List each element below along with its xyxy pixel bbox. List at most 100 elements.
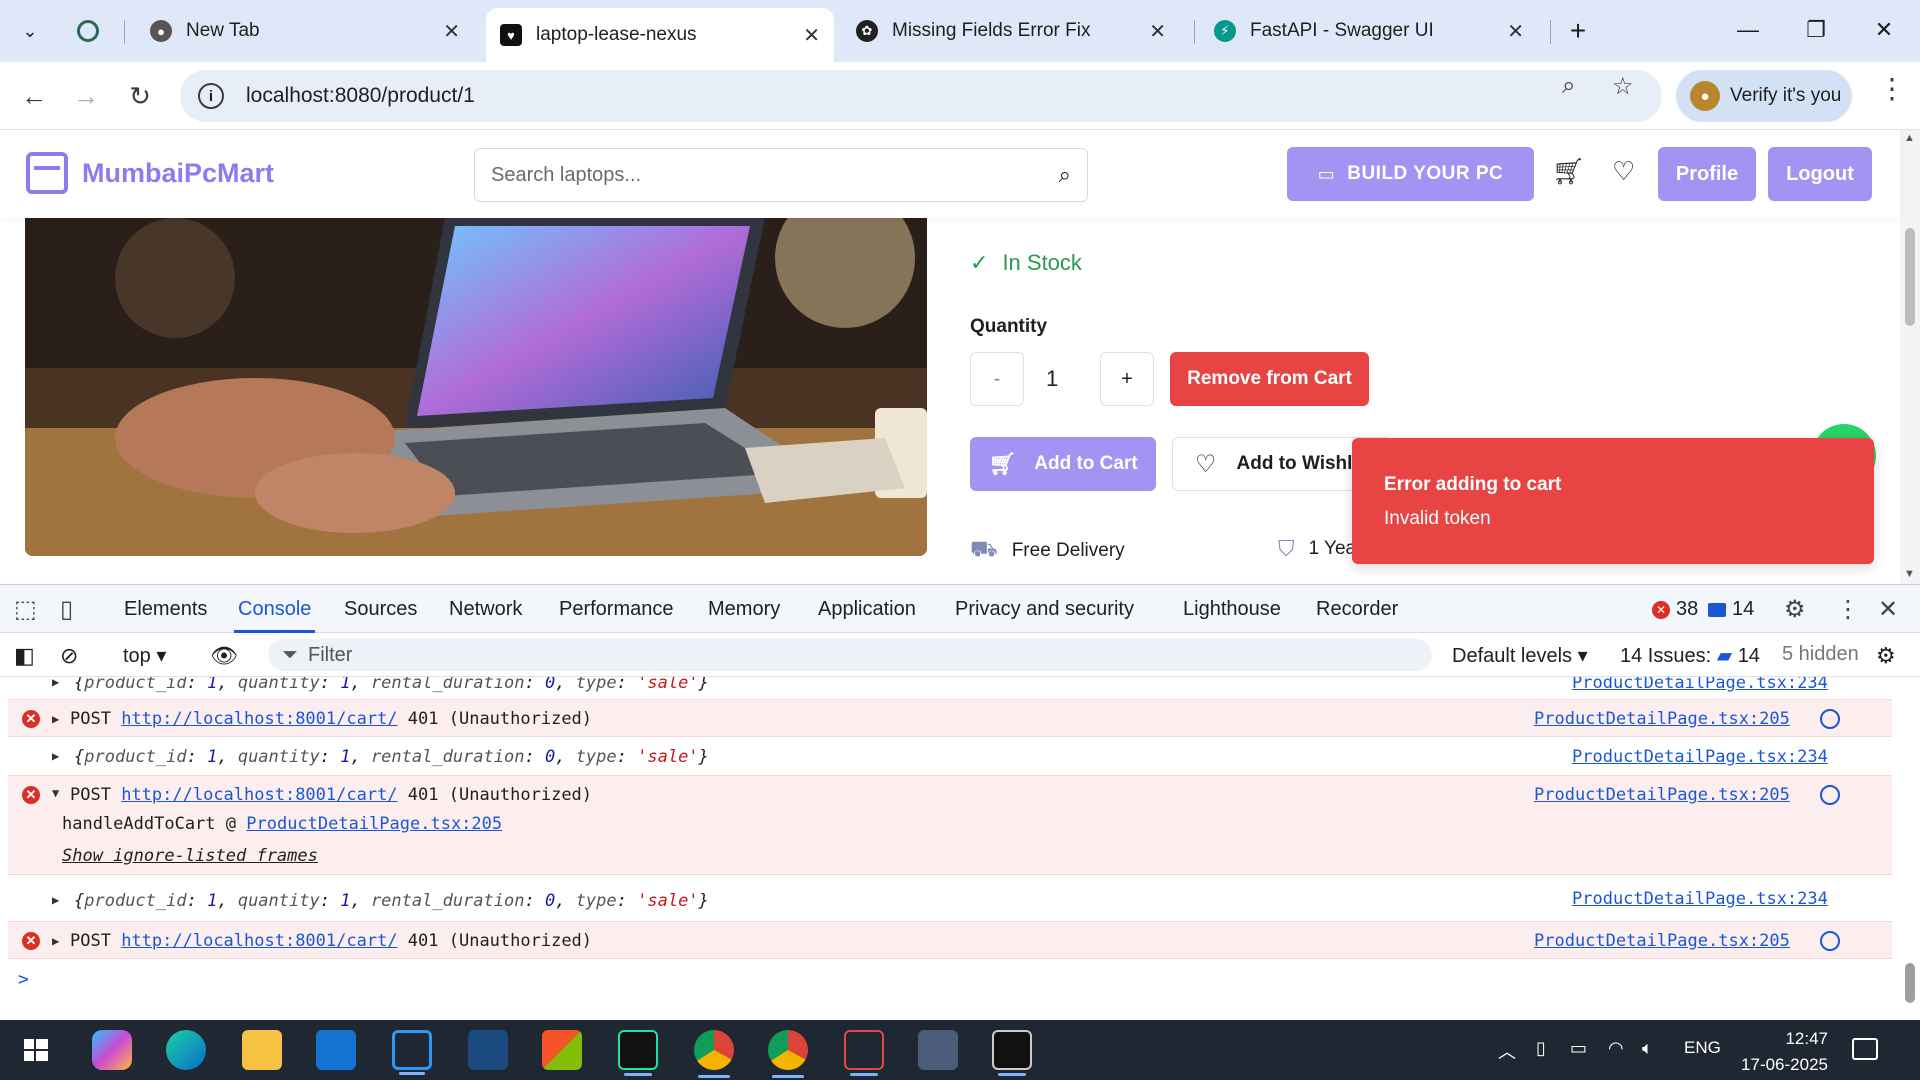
expand-triangle-icon[interactable]: ▶ [52, 749, 59, 763]
remove-from-cart-button[interactable]: Remove from Cart [1170, 352, 1369, 406]
device-toolbar-icon[interactable]: ▯ [60, 595, 73, 624]
app-icon[interactable] [468, 1030, 508, 1070]
minimize-button[interactable]: — [1716, 8, 1780, 52]
source-link[interactable]: ProductDetailPage.tsx:205 [1534, 931, 1790, 951]
close-window-button[interactable]: ✕ [1852, 8, 1916, 52]
quantity-decrement-button[interactable]: - [970, 352, 1024, 406]
console-error-row-expanded[interactable]: ✕ ▼ POST http://localhost:8001/cart/ 401… [8, 775, 1892, 875]
error-toast[interactable]: Error adding to cart Invalid token [1352, 438, 1874, 564]
source-link[interactable]: ProductDetailPage.tsx:205 [1534, 709, 1790, 729]
tab-new-tab[interactable]: ● New Tab ✕ [136, 8, 474, 54]
tab-application[interactable]: Application [818, 598, 916, 621]
chrome-profile-app-icon[interactable] [768, 1030, 808, 1078]
close-icon[interactable]: ✕ [803, 23, 820, 48]
forward-button[interactable]: → [66, 76, 106, 116]
tab-fastapi[interactable]: ⚡ FastAPI - Swagger UI ✕ [1200, 8, 1538, 54]
calculator-app-icon[interactable] [918, 1030, 958, 1070]
chrome-app-icon[interactable] [694, 1030, 734, 1078]
file-explorer-app-icon[interactable] [242, 1030, 282, 1070]
tab-sources[interactable]: Sources [344, 598, 417, 621]
error-count-badge[interactable]: ✕ 38 [1652, 598, 1698, 621]
cart-icon[interactable]: 🛒︎ [1552, 156, 1585, 187]
close-icon[interactable]: ✕ [1507, 19, 1524, 44]
console-filter-input[interactable]: ⏷ Filter [268, 639, 1432, 671]
tab-recorder[interactable]: Recorder [1316, 598, 1398, 621]
profile-chip[interactable]: ● Verify it's you [1676, 70, 1852, 122]
request-url[interactable]: http://localhost:8001/cart/ [121, 785, 397, 805]
terminal-app-icon[interactable] [992, 1030, 1032, 1076]
zoom-icon[interactable]: ⌕ [1562, 72, 1575, 100]
microsoft-store-app-icon[interactable] [542, 1030, 582, 1070]
profile-button[interactable]: Profile [1658, 147, 1756, 201]
request-url[interactable]: http://localhost:8001/cart/ [121, 709, 397, 729]
console-settings-gear-icon[interactable]: ⚙ [1876, 643, 1896, 669]
message-count-badge[interactable]: 14 [1708, 598, 1754, 621]
quantity-increment-button[interactable]: + [1100, 352, 1154, 406]
tab-lighthouse[interactable]: Lighthouse [1183, 598, 1281, 621]
expand-triangle-icon[interactable]: ▶ [52, 893, 59, 907]
bookmark-star-icon[interactable]: ☆ [1612, 72, 1634, 101]
show-hidden-icons-chevron-icon[interactable]: ︿ [1498, 1038, 1516, 1064]
tab-missing-fields[interactable]: ✿ Missing Fields Error Fix ✕ [842, 8, 1180, 54]
tab-search-dropdown[interactable]: ⌄ [10, 12, 50, 50]
tab-performance[interactable]: Performance [559, 598, 674, 621]
new-tab-button[interactable]: + [1558, 12, 1598, 50]
edge-app-icon[interactable] [166, 1030, 206, 1070]
expand-triangle-icon[interactable]: ▶ [52, 712, 59, 726]
console-log-row[interactable]: ▶ {product_id: 1, quantity: 1, rental_du… [8, 883, 1892, 919]
site-logo[interactable]: MumbaiPcMart [26, 152, 274, 194]
stack-source-link[interactable]: ProductDetailPage.tsx:205 [246, 814, 502, 834]
expand-triangle-icon[interactable]: ▶ [52, 677, 59, 689]
console-log-row[interactable]: ▶ {product_id: 1, quantity: 1, rental_du… [8, 677, 1892, 693]
source-link[interactable]: ProductDetailPage.tsx:234 [1572, 677, 1828, 693]
console-prompt-chevron-icon[interactable]: > [18, 969, 29, 990]
restore-button[interactable]: ❐ [1784, 8, 1848, 52]
tab-console[interactable]: Console [233, 598, 316, 633]
tab-laptop-lease-nexus[interactable]: ♥ laptop-lease-nexus ✕ [486, 8, 834, 62]
close-icon[interactable]: ✕ [1149, 19, 1166, 44]
network-globe-icon[interactable] [1820, 785, 1840, 805]
vscode-app-icon[interactable] [392, 1030, 432, 1075]
scrollbar-thumb[interactable] [1905, 228, 1915, 326]
tab-elements[interactable]: Elements [124, 598, 207, 621]
language-indicator[interactable]: ENG [1684, 1038, 1721, 1058]
browser-menu-icon[interactable]: ⋮ [1878, 72, 1906, 105]
tab-memory[interactable]: Memory [708, 598, 780, 621]
notification-center-icon[interactable] [1852, 1038, 1878, 1060]
context-selector[interactable]: top ▾ [123, 643, 166, 668]
scrollbar-thumb[interactable] [1905, 963, 1915, 1003]
battery-icon[interactable]: ▭ [1570, 1038, 1587, 1059]
device-icon[interactable]: ▯ [1536, 1038, 1546, 1059]
system-clock[interactable]: 12:47 17-06-2025 [1728, 1026, 1828, 1078]
devtools-menu-icon[interactable]: ⋮ [1836, 595, 1860, 624]
pycharm-app-icon[interactable] [618, 1030, 658, 1076]
scroll-up-icon[interactable]: ▲ [1904, 132, 1915, 144]
show-ignore-listed-frames-link[interactable]: Show ignore-listed frames [62, 846, 318, 866]
grammarly-extension-icon[interactable] [68, 12, 108, 50]
inspect-element-icon[interactable]: ⬚ [14, 595, 37, 624]
tab-network[interactable]: Network [449, 598, 522, 621]
outlook-app-icon[interactable] [316, 1030, 356, 1070]
url-text[interactable]: localhost:8080/product/1 [246, 84, 475, 108]
back-button[interactable]: ← [14, 76, 54, 116]
source-link[interactable]: ProductDetailPage.tsx:205 [1534, 785, 1790, 805]
reload-button[interactable]: ↻ [120, 76, 160, 116]
close-icon[interactable]: ✕ [443, 19, 460, 44]
build-pc-button[interactable]: ▭ BUILD YOUR PC [1287, 147, 1534, 201]
issues-button[interactable]: 14 Issues: ▰ 14 [1620, 643, 1760, 668]
settings-gear-icon[interactable]: ⚙ [1784, 595, 1806, 624]
clear-console-icon[interactable]: ⊘ [60, 643, 78, 669]
source-link[interactable]: ProductDetailPage.tsx:234 [1572, 889, 1828, 909]
wishlist-heart-icon[interactable]: ♡ [1612, 156, 1635, 187]
copilot-app-icon[interactable] [92, 1030, 132, 1070]
scroll-down-icon[interactable]: ▼ [1904, 568, 1915, 580]
address-bar[interactable]: i localhost:8080/product/1 [180, 70, 1662, 122]
wifi-icon[interactable]: ◠ [1608, 1038, 1624, 1059]
sidebar-toggle-icon[interactable]: ◧ [14, 643, 35, 669]
network-globe-icon[interactable] [1820, 931, 1840, 951]
search-input[interactable]: Search laptops... ⌕ [474, 148, 1088, 202]
add-to-cart-button[interactable]: 🛒︎ Add to Cart [970, 437, 1156, 491]
log-levels-dropdown[interactable]: Default levels ▾ [1452, 643, 1588, 668]
windows-start-icon[interactable] [16, 1030, 56, 1070]
search-icon[interactable]: ⌕ [1059, 162, 1071, 188]
